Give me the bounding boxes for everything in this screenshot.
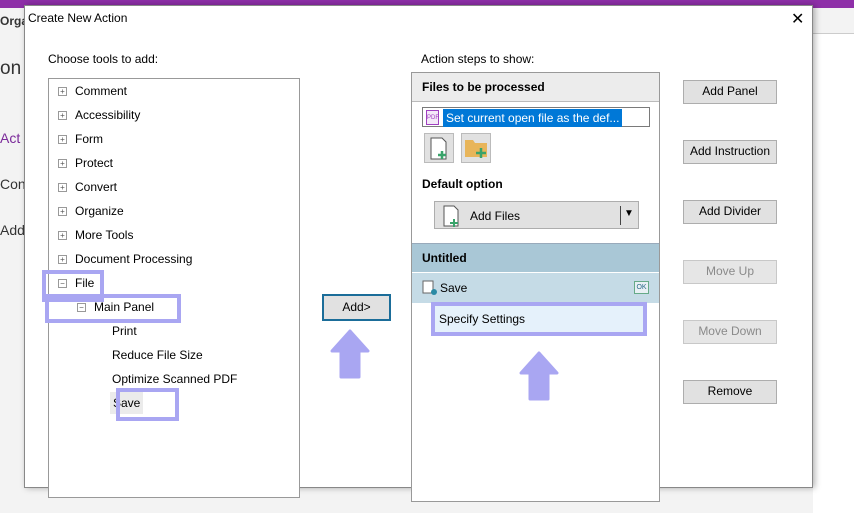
tree-item-optimize-scanned-pdf[interactable]: Optimize Scanned PDF (112, 372, 237, 386)
add-panel-button[interactable]: Add Panel (683, 80, 777, 104)
tree-label: Protect (75, 156, 114, 170)
step-save[interactable]: Save OK (412, 273, 659, 303)
chevron-down-icon[interactable]: ▼ (624, 208, 634, 219)
dialog-title: Create New Action (28, 11, 128, 25)
tree-item-convert[interactable]: + Convert (58, 180, 117, 194)
background-item: Act (0, 130, 21, 146)
tree-label: Organize (75, 204, 124, 218)
expand-icon[interactable]: + (58, 206, 67, 216)
add-folder-icon (465, 140, 487, 158)
file-input[interactable]: PDF Set current open file as the def... (422, 107, 650, 127)
highlight-box (45, 294, 181, 323)
background-heading: on (0, 58, 22, 79)
default-option-label: Default option (422, 177, 503, 191)
expand-icon[interactable]: + (58, 86, 67, 96)
arrow-up-icon (330, 329, 370, 379)
create-new-action-dialog: Create New Action ✕ Choose tools to add:… (24, 5, 813, 502)
tools-tree[interactable]: + Comment + Accessibility + Form + Protect +… (42, 78, 300, 498)
tree-label: Document Processing (75, 252, 193, 266)
file-input-value: Set current open file as the def... (443, 109, 623, 127)
tree-label: Comment (75, 84, 128, 98)
files-header: Files to be processed (412, 73, 659, 102)
expand-icon[interactable]: + (58, 182, 67, 192)
close-icon[interactable]: ✕ (791, 9, 804, 29)
add-file-button[interactable] (424, 133, 454, 163)
settings-step-icon (422, 280, 437, 295)
remove-button[interactable]: Remove (683, 380, 777, 404)
default-option-dropdown[interactable]: Add Files ▼ (434, 201, 639, 229)
section-untitled[interactable]: Untitled (412, 243, 659, 272)
expand-icon[interactable]: + (58, 254, 67, 264)
dropdown-divider (620, 206, 621, 225)
expand-icon[interactable]: + (58, 158, 67, 168)
background-item: Con (0, 176, 26, 192)
highlight-box (116, 388, 179, 421)
specify-settings-item[interactable]: Specify Settings (431, 302, 647, 336)
ok-badge[interactable]: OK (634, 281, 649, 294)
step-label: Save (440, 281, 468, 295)
tree-label: Accessibility (75, 108, 141, 122)
move-down-button[interactable]: Move Down (683, 320, 777, 344)
arrow-up-icon (519, 351, 559, 401)
tree-item-more-tools[interactable]: + More Tools (58, 228, 133, 242)
tree-item-print[interactable]: Print (112, 324, 137, 338)
add-file-icon (443, 205, 459, 227)
choose-tools-label: Choose tools to add: (48, 52, 159, 66)
tree-label: Convert (75, 180, 118, 194)
tree-item-form[interactable]: + Form (58, 132, 103, 146)
tree-label: Form (75, 132, 103, 146)
add-button[interactable]: Add> (322, 294, 391, 321)
action-steps-label: Action steps to show: (421, 52, 535, 66)
tree-item-document-processing[interactable]: + Document Processing (58, 252, 192, 266)
dropdown-value: Add Files (470, 209, 521, 223)
tree-item-comment[interactable]: + Comment (58, 84, 127, 98)
add-divider-button[interactable]: Add Divider (683, 200, 777, 224)
move-up-button[interactable]: Move Up (683, 260, 777, 284)
tree-item-accessibility[interactable]: + Accessibility (58, 108, 140, 122)
tree-item-protect[interactable]: + Protect (58, 156, 113, 170)
tree-item-organize[interactable]: + Organize (58, 204, 124, 218)
add-folder-button[interactable] (461, 133, 491, 163)
expand-icon[interactable]: + (58, 134, 67, 144)
pdf-file-icon: PDF (426, 110, 439, 125)
action-steps-panel: Files to be processed PDF Set current op… (411, 72, 660, 502)
add-file-icon (430, 137, 447, 160)
expand-icon[interactable]: + (58, 230, 67, 240)
add-instruction-button[interactable]: Add Instruction (683, 140, 777, 164)
background-panel (813, 33, 854, 513)
background-item: Add (0, 222, 25, 238)
tree-label: More Tools (75, 228, 134, 242)
tree-item-reduce-file-size[interactable]: Reduce File Size (112, 348, 203, 362)
expand-icon[interactable]: + (58, 110, 67, 120)
